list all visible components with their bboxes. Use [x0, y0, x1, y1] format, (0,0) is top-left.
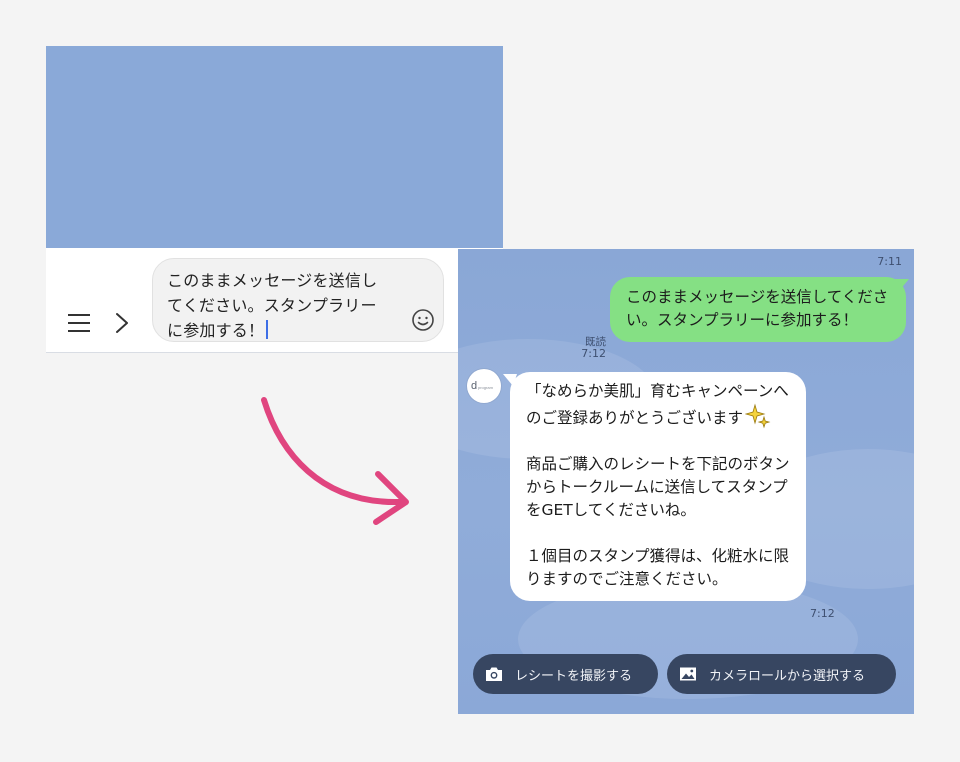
- svg-text:program: program: [478, 385, 494, 390]
- svg-text:d: d: [471, 380, 477, 392]
- sent-message-bubble: このままメッセージを送信してください。スタンプラリーに参加する！: [610, 277, 906, 342]
- menu-icon[interactable]: [68, 314, 90, 332]
- chat-background-preview: [46, 46, 503, 248]
- smile-icon[interactable]: [411, 308, 435, 332]
- message-input[interactable]: このままメッセージを送信し てください。スタンプラリー に参加する！: [152, 258, 444, 342]
- quick-reply-label: カメラロールから選択する: [709, 668, 866, 684]
- message-paragraph: １個目のスタンプ獲得は、化粧水に限りますのでご注意ください。: [526, 547, 790, 588]
- image-icon: [680, 667, 696, 681]
- received-message-bubble: 「なめらか美肌」育むキャンペーンへのご登録ありがとうございます 商品ご購入のレシ…: [510, 372, 806, 601]
- quick-reply-label: レシートを撮影する: [515, 668, 633, 684]
- text-caret: [266, 320, 269, 339]
- message-input-text: このままメッセージを送信し てください。スタンプラリー に参加する！: [167, 271, 378, 340]
- message-paragraph: 商品ご購入のレシートを下記のボタンからトークルームに送信してスタンプをGETして…: [526, 455, 790, 519]
- sent-timestamp: 7:12: [581, 347, 606, 360]
- avatar[interactable]: d program: [467, 369, 501, 403]
- curved-arrow-icon: [261, 397, 409, 525]
- received-timestamp: 7:12: [810, 607, 835, 620]
- chevron-right-icon[interactable]: [114, 311, 130, 335]
- sparkles-icon: [745, 403, 771, 429]
- quick-reply-take-receipt-photo[interactable]: レシートを撮影する: [473, 654, 658, 694]
- chat-room: 7:11 このままメッセージを送信してください。スタンプラリーに参加する！ 既読…: [458, 249, 914, 714]
- message-compose-bar: このままメッセージを送信し てください。スタンプラリー に参加する！: [46, 248, 503, 353]
- timestamp: 7:11: [877, 255, 902, 268]
- quick-reply-select-from-camera-roll[interactable]: カメラロールから選択する: [667, 654, 896, 694]
- camera-icon: [486, 667, 502, 681]
